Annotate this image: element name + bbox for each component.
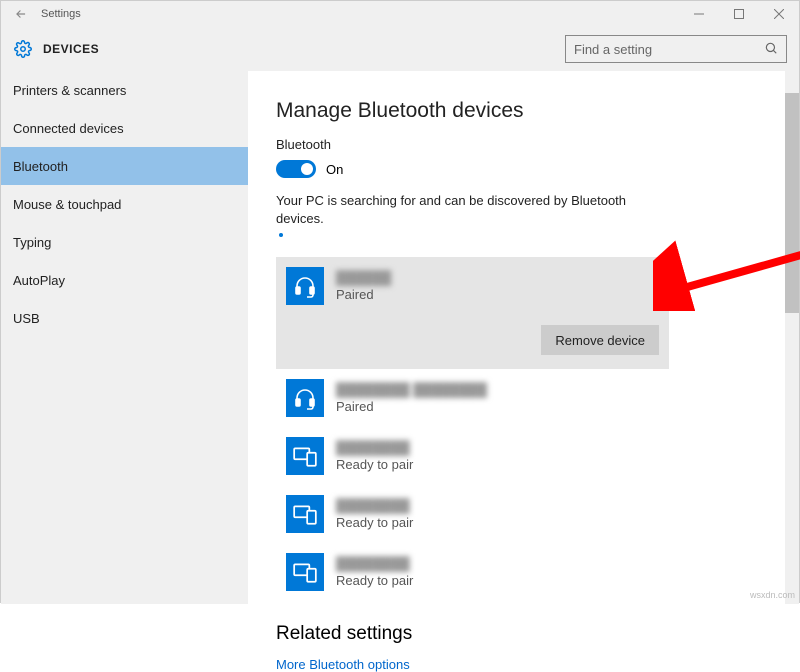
device-icon xyxy=(286,553,324,591)
scroll-thumb[interactable] xyxy=(785,93,799,313)
toggle-knob xyxy=(301,163,313,175)
titlebar: Settings xyxy=(1,1,799,27)
window-controls xyxy=(679,1,799,27)
close-button[interactable] xyxy=(759,1,799,27)
sidebar-item-mouse[interactable]: Mouse & touchpad xyxy=(1,185,248,223)
sidebar-item-usb[interactable]: USB xyxy=(1,299,248,337)
device-status: Paired xyxy=(336,287,391,302)
device-name: ████████ ████████ xyxy=(336,382,487,397)
back-button[interactable] xyxy=(11,4,31,24)
device-item-3[interactable]: ████████ Ready to pair xyxy=(276,485,799,543)
device-item-4[interactable]: ████████ Ready to pair xyxy=(276,543,799,601)
device-item-1[interactable]: ████████ ████████ Paired xyxy=(276,369,799,427)
search-placeholder: Find a setting xyxy=(574,42,652,57)
device-name: ████████ xyxy=(336,498,413,513)
header-title: DEVICES xyxy=(43,42,99,56)
device-status: Ready to pair xyxy=(336,573,413,588)
annotation-arrow xyxy=(653,191,800,311)
scrollbar[interactable] xyxy=(785,71,799,604)
toggle-state: On xyxy=(326,162,343,177)
device-status: Ready to pair xyxy=(336,457,413,472)
search-note: Your PC is searching for and can be disc… xyxy=(276,192,636,227)
page-title: Manage Bluetooth devices xyxy=(276,99,799,123)
minimize-button[interactable] xyxy=(679,1,719,27)
device-item-2[interactable]: ████████ Ready to pair xyxy=(276,427,799,485)
device-name: ████████ xyxy=(336,440,413,455)
maximize-button[interactable] xyxy=(719,1,759,27)
device-item-0[interactable]: ██████ Paired Remove device xyxy=(276,257,669,369)
headset-icon xyxy=(286,267,324,305)
header: DEVICES Find a setting xyxy=(1,27,799,71)
device-status: Paired xyxy=(336,399,487,414)
related-settings-title: Related settings xyxy=(276,623,799,645)
sidebar-item-typing[interactable]: Typing xyxy=(1,223,248,261)
more-bluetooth-link[interactable]: More Bluetooth options xyxy=(276,657,799,672)
bluetooth-label: Bluetooth xyxy=(276,137,799,152)
spinner-icon xyxy=(279,233,283,237)
device-name: ██████ xyxy=(336,270,391,285)
bluetooth-toggle[interactable] xyxy=(276,160,316,178)
window-title: Settings xyxy=(41,8,81,20)
search-icon xyxy=(764,41,778,58)
device-icon xyxy=(286,437,324,475)
device-status: Ready to pair xyxy=(336,515,413,530)
device-name: ████████ xyxy=(336,556,413,571)
sidebar-item-autoplay[interactable]: AutoPlay xyxy=(1,261,248,299)
remove-device-button[interactable]: Remove device xyxy=(541,325,659,355)
sidebar-item-connected[interactable]: Connected devices xyxy=(1,109,248,147)
gear-icon xyxy=(13,39,33,59)
watermark: wsxdn.com xyxy=(750,590,795,600)
sidebar-item-bluetooth[interactable]: Bluetooth xyxy=(1,147,248,185)
sidebar: Printers & scanners Connected devices Bl… xyxy=(1,71,248,604)
search-input[interactable]: Find a setting xyxy=(565,35,787,63)
device-icon xyxy=(286,495,324,533)
sidebar-item-printers[interactable]: Printers & scanners xyxy=(1,71,248,109)
content: Manage Bluetooth devices Bluetooth On Yo… xyxy=(248,71,799,604)
headset-icon xyxy=(286,379,324,417)
